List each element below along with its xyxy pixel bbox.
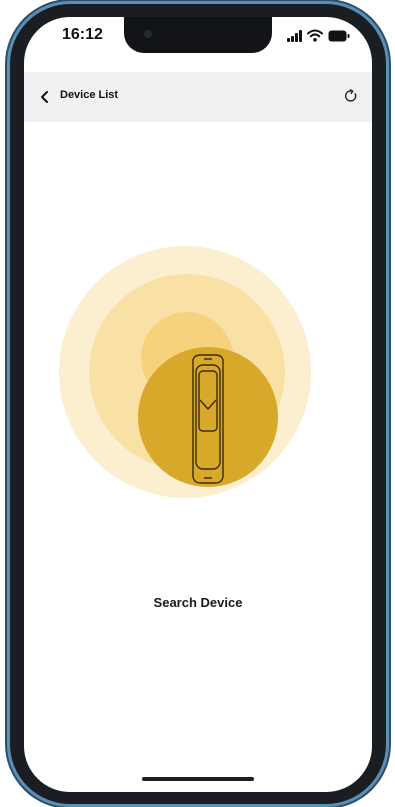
refresh-icon[interactable] — [344, 89, 358, 103]
fitness-band-icon — [192, 354, 224, 484]
camera-notch — [124, 17, 272, 53]
wifi-icon — [307, 29, 323, 42]
chevron-left-icon[interactable] — [38, 88, 52, 106]
screenshot-canvas: 16:12 Device List Search Device — [0, 0, 395, 807]
home-indicator[interactable] — [142, 777, 254, 781]
front-camera — [144, 30, 152, 38]
phone-screen: 16:12 Device List Search Device — [24, 17, 372, 792]
status-icons — [287, 28, 350, 42]
radar-ring-outer — [59, 246, 311, 498]
page-title: Device List — [60, 89, 119, 101]
search-radar-illustration — [59, 246, 311, 498]
device-circle — [138, 347, 278, 487]
radar-ring-middle — [89, 274, 285, 470]
radar-ring-inner — [141, 312, 233, 404]
navigation-bar: Device List — [24, 72, 372, 122]
search-device-label: Search Device — [153, 595, 243, 610]
status-time: 16:12 — [62, 26, 103, 43]
battery-icon — [328, 30, 350, 42]
signal-icon — [287, 30, 302, 42]
